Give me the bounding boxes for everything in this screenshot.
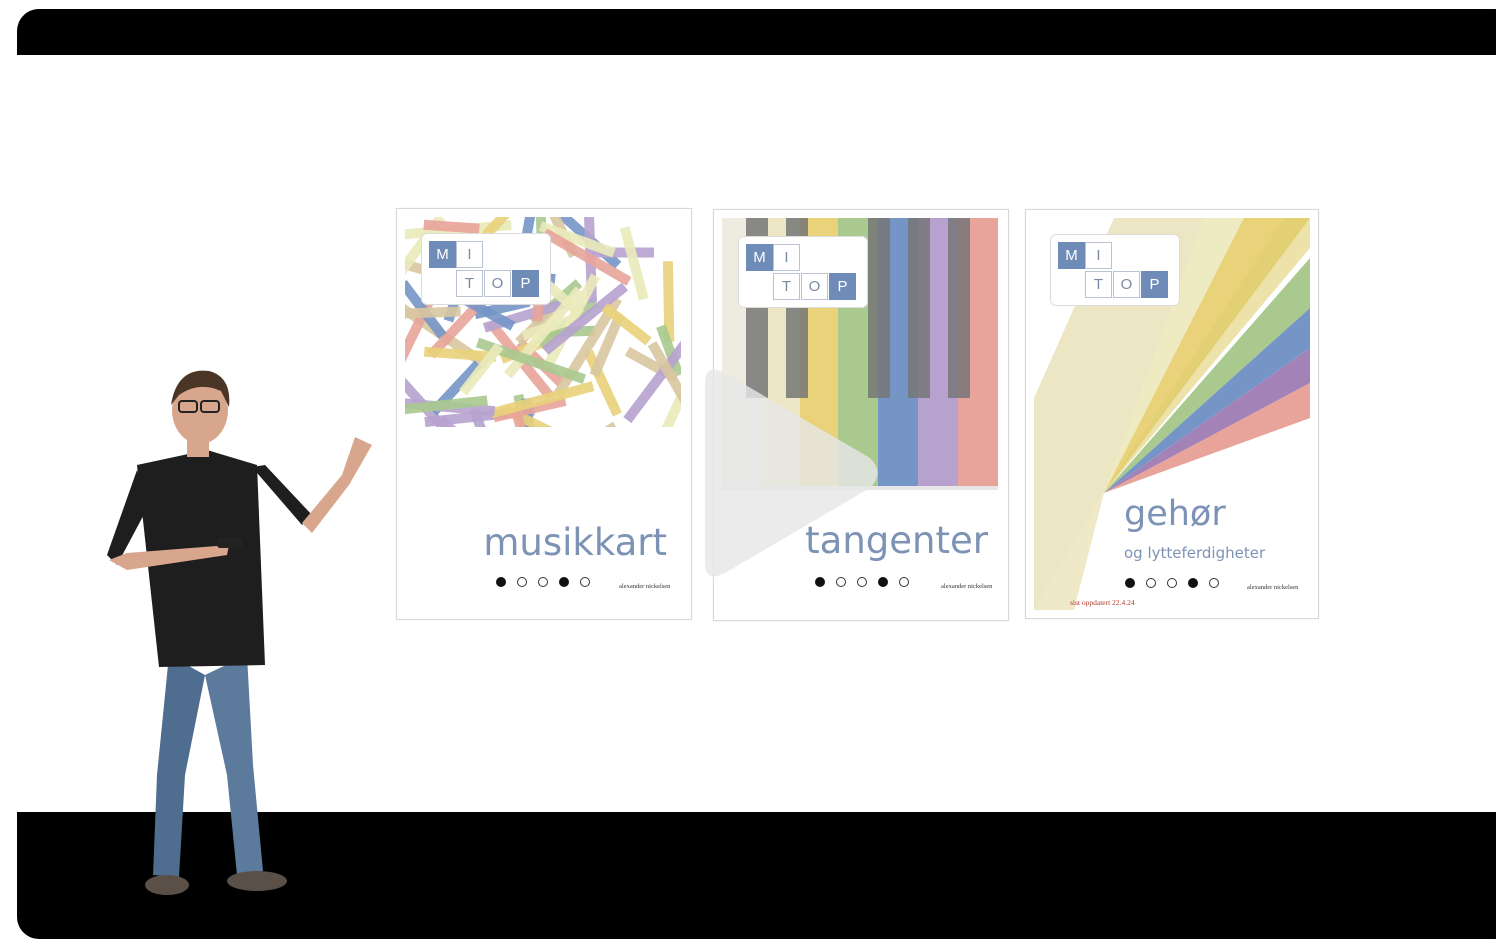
mitop-logo: M I T O P (1050, 234, 1180, 306)
book-cover-gehor: M I T O P gehør og lytteferdigheter alex… (1025, 209, 1319, 619)
video-player[interactable]: M I T O P musikkart alexander nickelsen (17, 9, 1496, 939)
level-dot (1209, 578, 1219, 588)
logo-letter: I (1085, 242, 1112, 269)
logo-letter: T (1085, 271, 1112, 298)
level-dots (496, 577, 590, 587)
logo-letter: I (773, 244, 800, 271)
logo-letter: T (773, 273, 800, 300)
logo-letter: O (1113, 271, 1140, 298)
play-icon[interactable] (685, 363, 885, 583)
level-dot (580, 577, 590, 587)
logo-letter: O (801, 273, 828, 300)
logo-letter: M (746, 244, 773, 271)
presenter-figure (107, 370, 372, 895)
level-dot (899, 577, 909, 587)
logo-letter: T (456, 270, 483, 297)
mitop-logo: M I T O P (421, 233, 551, 305)
level-dot (538, 577, 548, 587)
level-dot (1125, 578, 1135, 588)
logo-letter: P (512, 270, 539, 297)
book-subtitle: og lytteferdigheter (1124, 544, 1266, 562)
level-dot (1146, 578, 1156, 588)
update-date: sist oppdatert 22.4.24 (1070, 598, 1135, 607)
author-name: alexander nickelsen (1247, 584, 1299, 591)
level-dot (517, 577, 527, 587)
logo-letter: M (429, 241, 456, 268)
video-frame: M I T O P musikkart alexander nickelsen (17, 55, 1496, 895)
book-cover-musikkart: M I T O P musikkart alexander nickelsen (396, 208, 692, 620)
author-name: alexander nickelsen (619, 583, 671, 590)
level-dot (496, 577, 506, 587)
author-name: alexander nickelsen (941, 583, 993, 590)
level-dot (1188, 578, 1198, 588)
level-dots (1125, 578, 1219, 588)
level-dot (1167, 578, 1177, 588)
logo-letter: O (484, 270, 511, 297)
logo-letter: P (829, 273, 856, 300)
level-dot (559, 577, 569, 587)
logo-letter: M (1058, 242, 1085, 269)
logo-letter: P (1141, 271, 1168, 298)
book-title: gehør (1124, 494, 1226, 534)
mitop-logo: M I T O P (738, 236, 868, 308)
book-title: musikkart (483, 521, 667, 564)
stick-shape (556, 421, 619, 427)
logo-letter: I (456, 241, 483, 268)
